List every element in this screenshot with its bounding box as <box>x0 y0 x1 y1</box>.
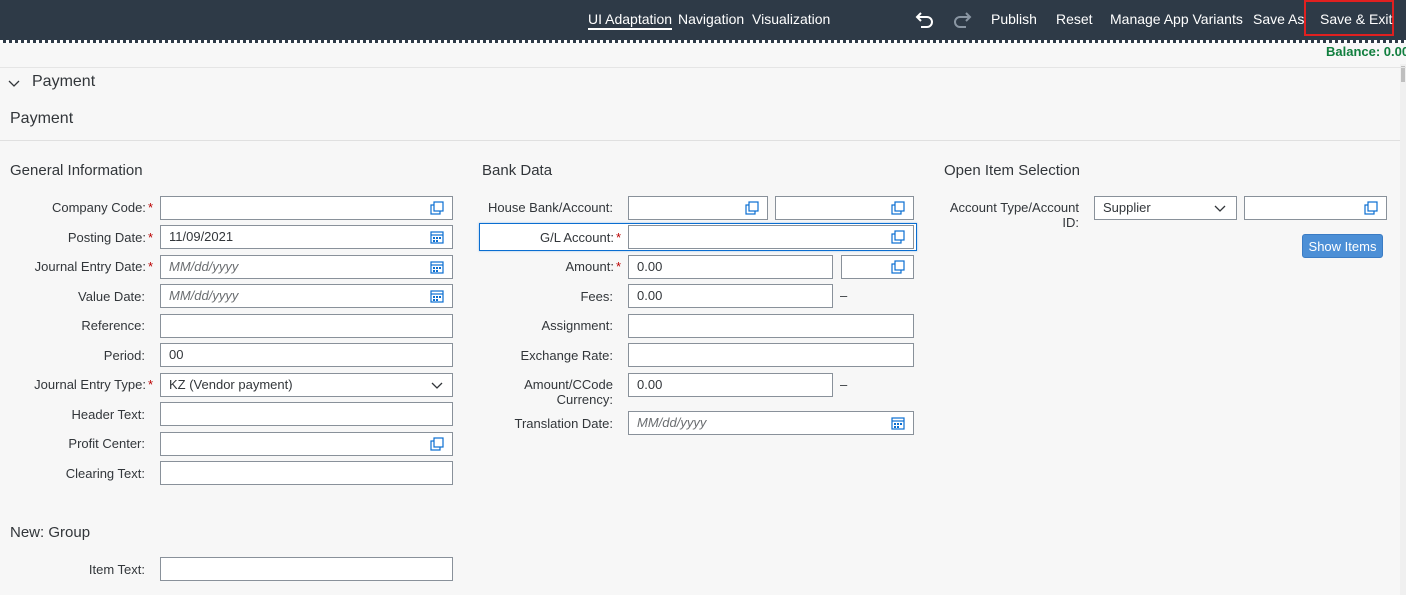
journal-entry-type-select[interactable]: KZ (Vendor payment) <box>160 373 453 397</box>
value-help-icon[interactable] <box>1364 201 1378 215</box>
subsection-title: Payment <box>10 110 74 127</box>
calendar-icon[interactable] <box>430 260 444 274</box>
company-code-input[interactable] <box>160 196 453 220</box>
value-help-icon[interactable] <box>430 201 444 215</box>
publish-button[interactable]: Publish <box>991 11 1037 27</box>
reference-label: Reference: <box>81 318 145 333</box>
save-and-exit-button[interactable]: Save & Exit <box>1320 11 1392 27</box>
profit-center-input[interactable] <box>160 432 453 456</box>
section-divider <box>0 67 1406 68</box>
posting-date-input[interactable]: 11/09/2021 <box>160 225 453 249</box>
undo-icon[interactable] <box>915 9 935 29</box>
amount-label: Amount: * <box>565 259 621 274</box>
gl-account-input[interactable] <box>628 225 914 249</box>
translation-date-label: Translation Date: <box>514 416 613 431</box>
house-bank-account-label: House Bank/Account: <box>487 200 613 215</box>
calendar-icon[interactable] <box>430 230 444 244</box>
general-information-title: General Information <box>10 162 143 179</box>
gl-account-label: G/L Account: * <box>539 230 621 245</box>
header-text-label: Header Text: <box>71 407 145 422</box>
item-text-label: Item Text: <box>88 562 145 577</box>
value-date-input[interactable]: MM/dd/yyyy <box>160 284 453 308</box>
open-item-selection-title: Open Item Selection <box>944 162 1080 179</box>
subsection-divider <box>0 140 1400 141</box>
period-label: Period: <box>103 348 145 363</box>
company-code-label: Company Code: * <box>51 200 153 215</box>
ccode-currency-dash: – <box>840 377 848 392</box>
chevron-down-icon[interactable] <box>8 77 20 89</box>
manage-app-variants-button[interactable]: Manage App Variants <box>1110 11 1243 27</box>
reference-input[interactable] <box>160 314 453 338</box>
value-date-label: Value Date: <box>78 289 145 304</box>
amount-ccode-currency-label: Amount/CCode Currency: <box>524 377 613 407</box>
toolbar-divider <box>0 40 1406 43</box>
clearing-text-input[interactable] <box>160 461 453 485</box>
amount-input[interactable]: 0.00 <box>628 255 833 279</box>
journal-entry-date-input[interactable]: MM/dd/yyyy <box>160 255 453 279</box>
reset-button[interactable]: Reset <box>1056 11 1093 27</box>
balance-indicator: Balance: 0.00 <box>1326 44 1406 59</box>
period-input[interactable]: 00 <box>160 343 453 367</box>
chevron-down-icon[interactable] <box>430 378 444 392</box>
amount-ccode-currency-input[interactable]: 0.00 <box>628 373 833 397</box>
value-help-icon[interactable] <box>891 201 905 215</box>
tab-visualization[interactable]: Visualization <box>752 11 830 27</box>
fees-label: Fees: <box>580 289 613 304</box>
required-marker: * <box>615 230 621 245</box>
exchange-rate-input[interactable] <box>628 343 914 367</box>
posting-date-label: Posting Date: * <box>67 230 153 245</box>
section-title[interactable]: Payment <box>32 73 95 91</box>
account-type-label: Account Type/Account ID: <box>949 200 1079 230</box>
clearing-text-label: Clearing Text: <box>65 466 145 481</box>
assignment-label: Assignment: <box>541 318 613 333</box>
item-text-input[interactable] <box>160 557 453 581</box>
fees-input[interactable]: 0.00 <box>628 284 833 308</box>
required-marker: * <box>147 230 153 245</box>
tab-ui-adaptation[interactable]: UI Adaptation <box>588 11 673 30</box>
scrollbar[interactable] <box>1400 64 1406 595</box>
required-marker: * <box>147 377 153 392</box>
calendar-icon[interactable] <box>891 416 905 430</box>
redo-icon[interactable] <box>952 9 972 29</box>
required-marker: * <box>147 200 153 215</box>
required-marker: * <box>615 259 621 274</box>
new-group-title: New: Group <box>10 524 91 541</box>
value-help-icon[interactable] <box>891 260 905 274</box>
journal-entry-date-label: Journal Entry Date: * <box>34 259 153 274</box>
tab-navigation[interactable]: Navigation <box>678 11 744 27</box>
header-text-input[interactable] <box>160 402 453 426</box>
value-help-icon[interactable] <box>430 437 444 451</box>
chevron-down-icon[interactable] <box>1213 201 1227 215</box>
profit-center-label: Profit Center: <box>68 436 145 451</box>
save-as-button[interactable]: Save As <box>1253 11 1304 27</box>
show-items-button[interactable]: Show Items <box>1302 234 1383 258</box>
required-marker: * <box>147 259 153 274</box>
exchange-rate-label: Exchange Rate: <box>520 348 613 363</box>
scrollbar-thumb[interactable] <box>1401 66 1405 82</box>
bank-data-title: Bank Data <box>482 162 553 179</box>
translation-date-input[interactable]: MM/dd/yyyy <box>628 411 914 435</box>
calendar-icon[interactable] <box>430 289 444 303</box>
fees-currency-dash: – <box>840 288 848 303</box>
value-help-icon[interactable] <box>745 201 759 215</box>
value-help-icon[interactable] <box>891 230 905 244</box>
journal-entry-type-label: Journal Entry Type: * <box>34 377 153 392</box>
assignment-input[interactable] <box>628 314 914 338</box>
